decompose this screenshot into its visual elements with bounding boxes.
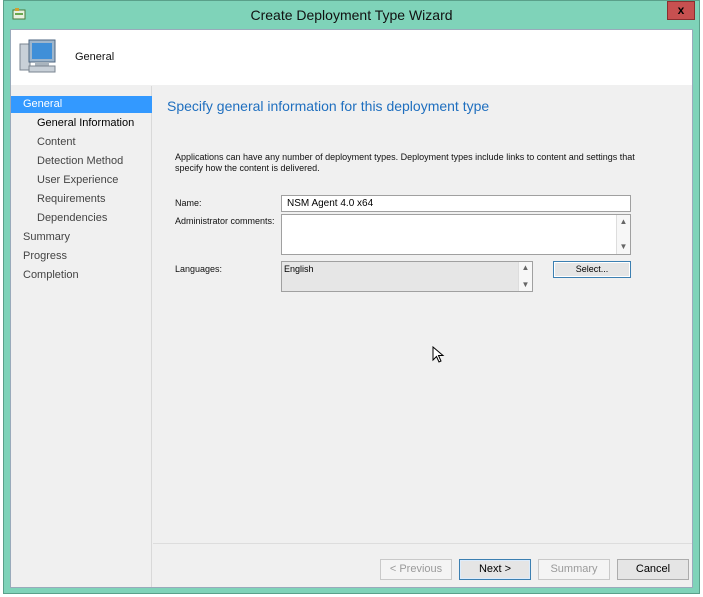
- nav-item-general-information[interactable]: General Information: [11, 115, 152, 132]
- comments-label: Administrator comments:: [175, 216, 275, 226]
- wizard-nav: General General Information Content Dete…: [11, 86, 152, 587]
- wizard-footer: < Previous Next > Summary Cancel: [153, 543, 692, 587]
- nav-item-general[interactable]: General: [11, 96, 152, 113]
- nav-item-completion[interactable]: Completion: [11, 267, 152, 284]
- languages-value: English: [284, 264, 314, 274]
- nav-item-content[interactable]: Content: [11, 134, 152, 151]
- mouse-pointer-icon: [432, 346, 445, 363]
- nav-item-requirements[interactable]: Requirements: [11, 191, 152, 208]
- scroll-up-icon[interactable]: ▲: [521, 263, 530, 273]
- languages-scrollbar[interactable]: ▲ ▼: [518, 262, 532, 291]
- cancel-button[interactable]: Cancel: [617, 559, 689, 580]
- administrator-comments-field[interactable]: ▲ ▼: [281, 214, 631, 255]
- name-field[interactable]: [281, 195, 631, 212]
- close-button[interactable]: x: [667, 1, 695, 20]
- next-button[interactable]: Next >: [459, 559, 531, 580]
- languages-list: English ▲ ▼: [281, 261, 533, 292]
- nav-item-user-experience[interactable]: User Experience: [11, 172, 152, 189]
- wizard-window: Create Deployment Type Wizard x General …: [3, 0, 700, 594]
- comments-scrollbar[interactable]: ▲ ▼: [616, 215, 630, 254]
- select-languages-button[interactable]: Select...: [553, 261, 631, 278]
- nav-item-summary[interactable]: Summary: [11, 229, 152, 246]
- page-description: Applications can have any number of depl…: [175, 152, 635, 173]
- scroll-down-icon[interactable]: ▼: [521, 280, 530, 290]
- nav-item-detection-method[interactable]: Detection Method: [11, 153, 152, 170]
- page-heading: Specify general information for this dep…: [167, 98, 490, 114]
- nav-item-progress[interactable]: Progress: [11, 248, 152, 265]
- nav-item-dependencies[interactable]: Dependencies: [11, 210, 152, 227]
- window-title: Create Deployment Type Wizard: [250, 7, 453, 23]
- name-label: Name:: [175, 198, 202, 208]
- wizard-header: General: [11, 30, 692, 85]
- summary-button[interactable]: Summary: [538, 559, 610, 580]
- computer-monitor-icon: [19, 39, 56, 73]
- previous-button[interactable]: < Previous: [380, 559, 452, 580]
- scroll-up-icon[interactable]: ▲: [619, 217, 628, 227]
- scroll-down-icon[interactable]: ▼: [619, 242, 628, 252]
- wizard-client-area: General General General Information Cont…: [10, 29, 693, 588]
- wizard-page: Specify general information for this dep…: [153, 86, 692, 543]
- header-title: General: [75, 51, 115, 63]
- languages-label: Languages:: [175, 264, 223, 274]
- title-bar[interactable]: Create Deployment Type Wizard x: [4, 1, 699, 29]
